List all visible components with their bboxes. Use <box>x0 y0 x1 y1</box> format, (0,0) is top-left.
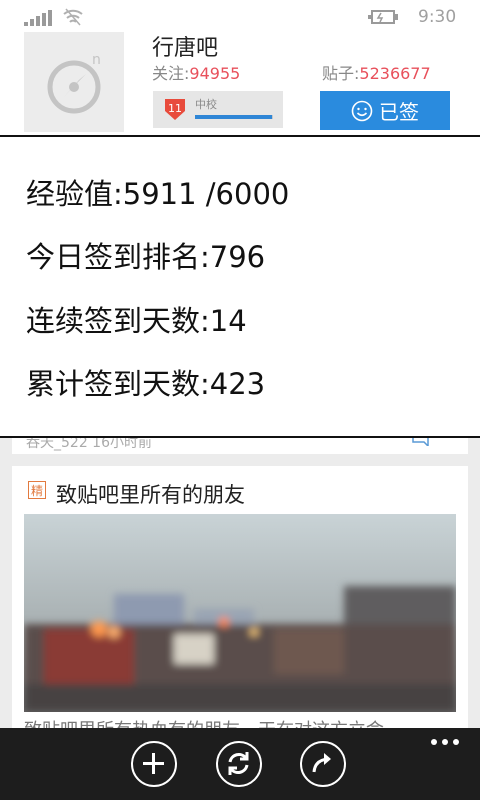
rainy-street-photo <box>24 514 456 712</box>
share-button[interactable] <box>300 741 346 787</box>
posts-count: 5236677 <box>359 64 431 83</box>
bar-name: 行唐吧 <box>152 36 219 61</box>
posts-label: 贴子: <box>322 64 360 83</box>
level-number: 11 <box>168 102 182 115</box>
level-progress-fill <box>195 115 272 119</box>
rank-today-text: 今日签到排名:796 <box>26 240 266 274</box>
follow-count: 94955 <box>189 64 241 83</box>
svg-text:n: n <box>92 52 101 68</box>
share-icon <box>312 753 331 773</box>
clock: 9:30 <box>418 7 457 27</box>
refresh-icon <box>228 752 249 775</box>
level-indicator[interactable]: 11 中校 <box>153 91 283 128</box>
follow-label: 关注: <box>152 64 190 83</box>
level-title: 中校 <box>195 98 217 111</box>
wifi-icon <box>63 8 83 26</box>
previous-post-meta: 吞天_522 16小时前 <box>26 438 152 451</box>
signed-button[interactable]: 已签 <box>320 91 450 130</box>
previous-post-footer[interactable]: 吞天_522 16小时前 <box>12 438 468 454</box>
bar-header: n 行唐吧 关注:94955 贴子:5236677 11 中校 已签 <box>0 30 480 135</box>
posts-stat: 贴子:5236677 <box>322 60 431 84</box>
signed-label: 已签 <box>379 100 419 124</box>
total-days-text: 累计签到天数:423 <box>26 367 266 401</box>
featured-badge: 精 <box>28 481 46 499</box>
smiley-icon <box>351 100 373 121</box>
level-progress-bar <box>195 115 273 119</box>
app-bar <box>0 728 480 800</box>
post-photo[interactable] <box>24 514 456 712</box>
more-icon[interactable] <box>430 738 460 746</box>
sign-in-stats-popup: 经验值:5911 /6000 今日签到排名:796 连续签到天数:14 累计签到… <box>0 135 480 438</box>
post-card[interactable]: 精 致贴吧里所有的朋友 <box>12 466 468 741</box>
add-button[interactable] <box>131 741 177 787</box>
follow-stat: 关注:94955 <box>152 60 240 84</box>
status-bar: 9:30 <box>0 0 480 30</box>
post-title: 致贴吧里所有的朋友 <box>56 483 245 507</box>
refresh-button[interactable] <box>216 741 262 787</box>
add-icon <box>143 753 164 774</box>
level-badge-icon: 11 <box>165 99 185 120</box>
comment-icon <box>412 438 429 446</box>
compass-icon: n <box>47 52 101 114</box>
signal-icon <box>24 10 52 26</box>
battery-icon <box>368 10 398 24</box>
consecutive-days-text: 连续签到天数:14 <box>26 304 247 338</box>
bar-avatar[interactable]: n <box>24 32 124 132</box>
experience-text: 经验值:5911 /6000 <box>26 177 290 211</box>
